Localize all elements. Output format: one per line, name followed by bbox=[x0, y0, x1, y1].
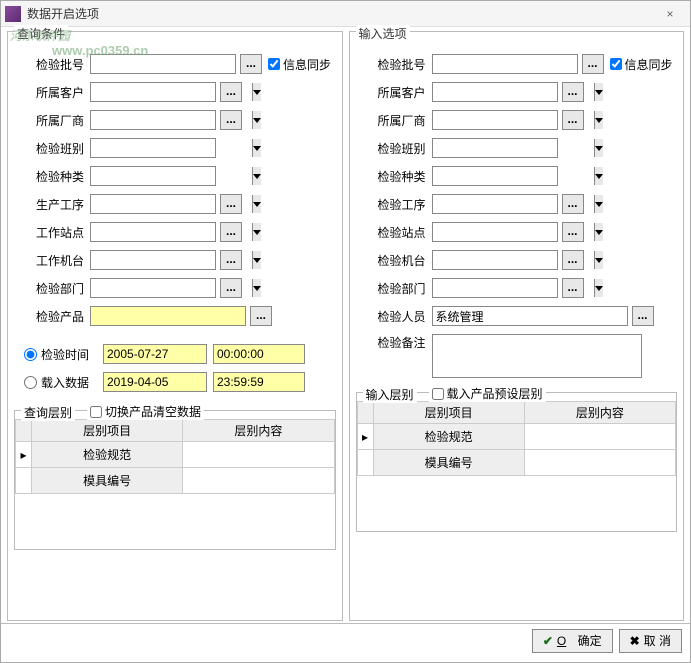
query-level-panel: 查询层别 切换产品清空数据 层别项目层别内容 ▸检验规范 模具编号 bbox=[14, 410, 336, 550]
lookup-button[interactable]: ... bbox=[220, 194, 242, 214]
preset-checkbox[interactable]: 载入产品预设层别 bbox=[429, 385, 546, 402]
batch-input-r[interactable] bbox=[432, 54, 578, 74]
lookup-button[interactable]: ... bbox=[632, 306, 654, 326]
dept-combo[interactable] bbox=[90, 278, 216, 298]
chevron-down-icon bbox=[252, 139, 261, 157]
chevron-down-icon bbox=[594, 167, 603, 185]
time-from[interactable] bbox=[213, 344, 305, 364]
lookup-button[interactable]: ... bbox=[220, 278, 242, 298]
chevron-down-icon bbox=[252, 279, 261, 297]
sync-checkbox[interactable]: 信息同步 bbox=[268, 56, 331, 73]
app-icon bbox=[5, 6, 21, 22]
machine-combo[interactable] bbox=[90, 250, 216, 270]
type-combo-r[interactable] bbox=[432, 166, 558, 186]
process-combo[interactable] bbox=[90, 194, 216, 214]
chevron-down-icon bbox=[594, 83, 603, 101]
lookup-button[interactable]: ... bbox=[562, 110, 584, 130]
machine-combo-r[interactable] bbox=[432, 250, 558, 270]
chevron-down-icon bbox=[594, 279, 603, 297]
lookup-button[interactable]: ... bbox=[220, 250, 242, 270]
lookup-button[interactable]: ... bbox=[250, 306, 272, 326]
vendor-combo-r[interactable] bbox=[432, 110, 558, 130]
shift-combo-r[interactable] bbox=[432, 138, 558, 158]
chevron-down-icon bbox=[594, 139, 603, 157]
batch-lookup-button[interactable]: ... bbox=[240, 54, 262, 74]
chevron-down-icon bbox=[594, 111, 603, 129]
date-from[interactable] bbox=[103, 344, 207, 364]
input-level-panel: 输入层别 载入产品预设层别 层别项目层别内容 ▸检验规范 模具编号 bbox=[356, 392, 678, 532]
check-icon bbox=[543, 634, 553, 648]
date-to[interactable] bbox=[103, 372, 207, 392]
input-level-table[interactable]: 层别项目层别内容 ▸检验规范 模具编号 bbox=[357, 401, 677, 476]
lookup-button[interactable]: ... bbox=[562, 194, 584, 214]
chevron-down-icon bbox=[252, 111, 261, 129]
input-title: 输入选项 bbox=[356, 25, 410, 42]
process-combo-r[interactable] bbox=[432, 194, 558, 214]
input-panel: 输入选项 检验批号 ... 信息同步 所属客户... 所属厂商... 检验班别 … bbox=[349, 31, 685, 621]
chevron-down-icon bbox=[252, 195, 261, 213]
station-combo[interactable] bbox=[90, 222, 216, 242]
window-title: 数据开启选项 bbox=[27, 5, 654, 22]
query-title: 查询条件 bbox=[14, 25, 68, 42]
type-combo[interactable] bbox=[90, 166, 216, 186]
product-combo[interactable] bbox=[90, 306, 246, 326]
batch-label: 检验批号 bbox=[36, 56, 90, 73]
chevron-down-icon bbox=[252, 83, 261, 101]
chevron-down-icon bbox=[252, 223, 261, 241]
chevron-down-icon bbox=[594, 195, 603, 213]
chevron-down-icon bbox=[252, 251, 261, 269]
chevron-down-icon bbox=[594, 223, 603, 241]
close-icon bbox=[630, 634, 640, 648]
shift-combo[interactable] bbox=[90, 138, 216, 158]
time-to[interactable] bbox=[213, 372, 305, 392]
sync-checkbox-r[interactable]: 信息同步 bbox=[610, 56, 673, 73]
lookup-button[interactable]: ... bbox=[562, 82, 584, 102]
lookup-button[interactable]: ... bbox=[220, 82, 242, 102]
lookup-button[interactable]: ... bbox=[582, 54, 604, 74]
clear-checkbox[interactable]: 切换产品清空数据 bbox=[87, 403, 204, 420]
batch-input[interactable] bbox=[90, 54, 236, 74]
vendor-combo[interactable] bbox=[90, 110, 216, 130]
time-radio-row[interactable]: 检验时间 bbox=[24, 340, 334, 368]
lookup-button[interactable]: ... bbox=[562, 222, 584, 242]
inspector-input[interactable] bbox=[432, 306, 628, 326]
chevron-down-icon bbox=[252, 167, 261, 185]
dept-combo-r[interactable] bbox=[432, 278, 558, 298]
lookup-button[interactable]: ... bbox=[220, 222, 242, 242]
cancel-button[interactable]: 取 消 bbox=[619, 629, 682, 653]
lookup-button[interactable]: ... bbox=[562, 250, 584, 270]
ok-button[interactable]: O 确定 bbox=[532, 629, 613, 653]
query-panel: 查询条件 检验批号 ... 信息同步 所属客户... 所属厂商... 检验班别 … bbox=[7, 31, 343, 621]
query-level-table[interactable]: 层别项目层别内容 ▸检验规范 模具编号 bbox=[15, 419, 335, 494]
close-icon[interactable]: × bbox=[654, 2, 686, 26]
chevron-down-icon bbox=[594, 251, 603, 269]
station-combo-r[interactable] bbox=[432, 222, 558, 242]
customer-combo-r[interactable] bbox=[432, 82, 558, 102]
customer-combo[interactable] bbox=[90, 82, 216, 102]
lookup-button[interactable]: ... bbox=[562, 278, 584, 298]
lookup-button[interactable]: ... bbox=[220, 110, 242, 130]
remark-textarea[interactable] bbox=[432, 334, 642, 378]
load-radio-row[interactable]: 载入数据 bbox=[24, 368, 334, 396]
